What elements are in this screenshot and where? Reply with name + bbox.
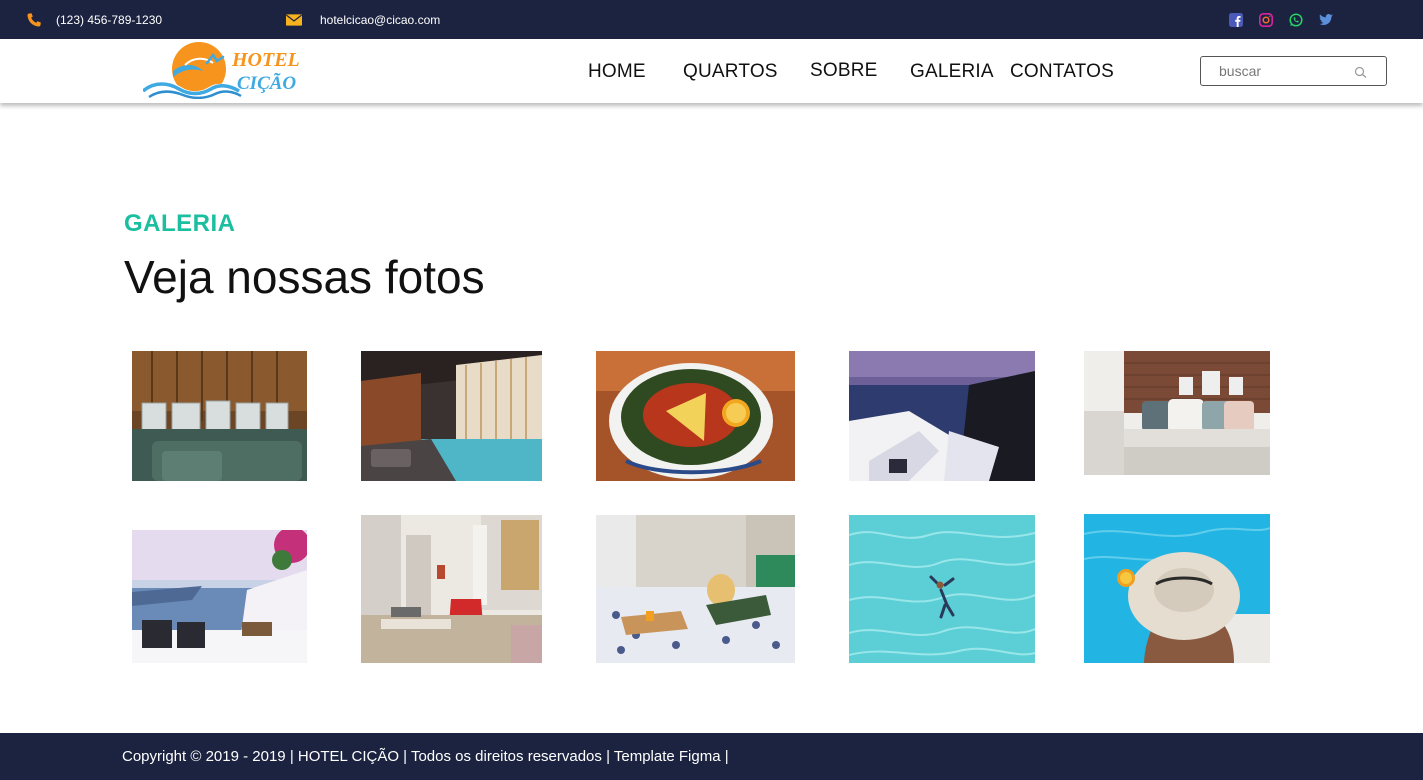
envelope-icon <box>286 12 302 28</box>
social-links <box>1229 0 1333 39</box>
breakfast-in-bed-photo <box>596 515 795 663</box>
nav-galeria[interactable]: GALERIA <box>910 61 994 83</box>
logo-text-cicao: CIÇÃO <box>237 73 296 94</box>
hat-by-pool-photo <box>1084 514 1270 663</box>
gallery-photo[interactable] <box>132 351 307 481</box>
hotel-sign-photo <box>132 351 307 481</box>
nav-contatos[interactable]: CONTATOS <box>1010 61 1114 83</box>
page-footer: Copyright © 2019 - 2019 | HOTEL CIÇÃO | … <box>0 733 1423 780</box>
instagram-icon[interactable] <box>1259 12 1273 27</box>
nav-quartos[interactable]: QUARTOS <box>683 61 778 83</box>
email-contact[interactable]: hotelcicao@cicao.com <box>286 0 440 39</box>
gallery-photo[interactable] <box>849 351 1035 481</box>
gallery-photo[interactable] <box>849 515 1035 663</box>
indoor-pool-photo <box>361 351 542 481</box>
gallery-photo[interactable] <box>596 515 795 663</box>
section-title: Veja nossas fotos <box>124 251 485 303</box>
gallery-photo[interactable] <box>361 351 542 481</box>
main-header: HOTEL CIÇÃO HOME QUARTOS SOBRE GALERIA C… <box>0 39 1423 103</box>
whatsapp-icon[interactable] <box>1289 12 1303 27</box>
coastal-village-photo <box>849 351 1035 481</box>
swimmer-pool-photo <box>849 515 1035 663</box>
search-icon[interactable] <box>1354 64 1368 78</box>
food-bowl-photo <box>596 351 795 481</box>
phone-number: (123) 456-789-1230 <box>56 12 163 27</box>
nav-home[interactable]: HOME <box>588 61 646 83</box>
gallery-photo[interactable] <box>361 515 542 663</box>
twitter-icon[interactable] <box>1319 13 1333 27</box>
hotel-logo[interactable]: HOTEL CIÇÃO <box>141 41 303 100</box>
email-address: hotelcicao@cicao.com <box>320 12 441 27</box>
facebook-icon[interactable] <box>1229 12 1243 27</box>
phone-contact[interactable]: (123) 456-789-1230 <box>26 0 162 39</box>
gallery-photo[interactable] <box>1084 514 1270 663</box>
nav-sobre[interactable]: SOBRE <box>810 60 878 82</box>
sea-terrace-photo <box>132 530 307 663</box>
search-input[interactable] <box>1219 57 1359 85</box>
section-kicker: GALERIA <box>124 210 236 237</box>
search-box <box>1200 56 1387 86</box>
phone-icon <box>26 12 42 28</box>
top-contact-bar: (123) 456-789-1230 hotelcicao@cicao.com <box>0 0 1423 39</box>
gallery-photo[interactable] <box>132 530 307 663</box>
apartment-photo <box>361 515 542 663</box>
gallery-photo[interactable] <box>596 351 795 481</box>
copyright-text: Copyright © 2019 - 2019 | HOTEL CIÇÃO | … <box>122 748 729 765</box>
gallery-photo[interactable] <box>1084 351 1270 475</box>
logo-text-hotel: HOTEL <box>231 49 300 71</box>
bedroom-photo <box>1084 351 1270 475</box>
